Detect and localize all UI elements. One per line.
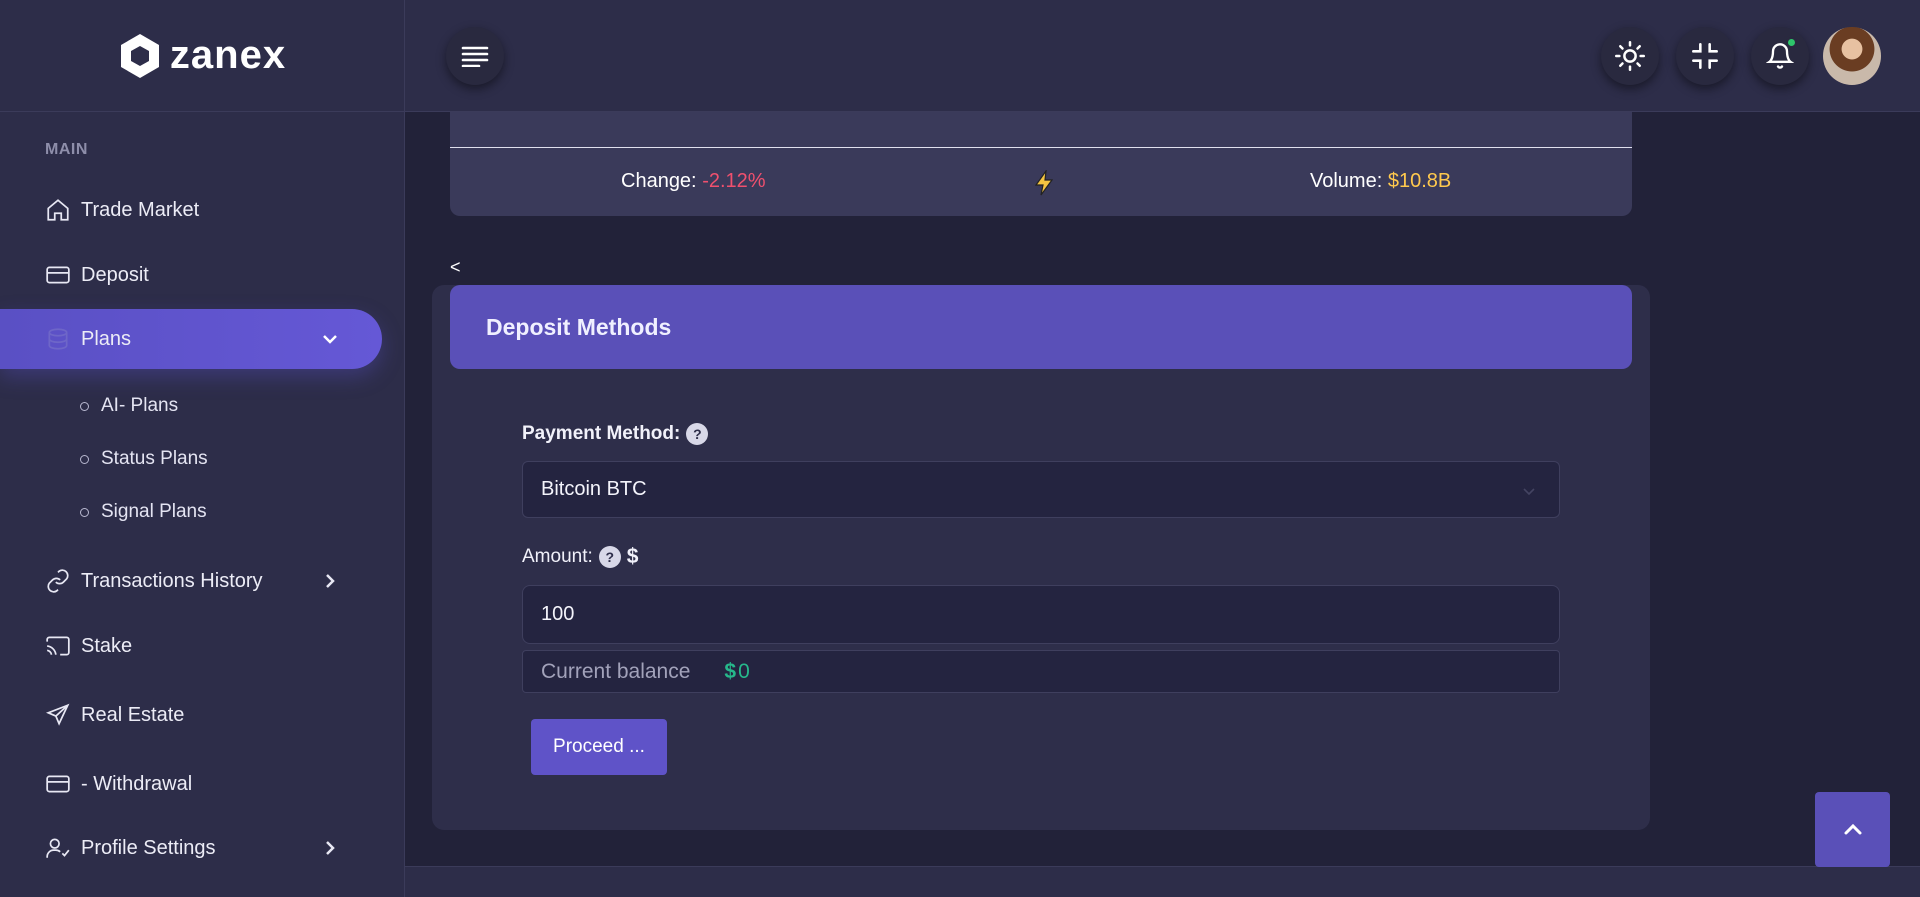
- sidebar-item-label: Real Estate: [81, 703, 185, 726]
- sidebar-subitem-ai-plans[interactable]: AI- Plans: [80, 391, 178, 421]
- sidebar-item-stake[interactable]: Stake: [0, 616, 382, 676]
- card-title: Deposit Methods: [486, 313, 672, 340]
- proceed-button[interactable]: Proceed ...: [531, 719, 667, 775]
- current-balance-value: $ 0: [724, 660, 749, 684]
- sidebar: zanex MAIN Trade Market Deposit Plans AI…: [0, 0, 405, 897]
- cast-icon: [45, 633, 71, 659]
- chevron-down-icon: [1523, 488, 1535, 496]
- change-value: -2.12%: [702, 170, 766, 192]
- card-icon: [45, 771, 71, 797]
- payment-method-select[interactable]: Bitcoin BTC: [522, 461, 1560, 518]
- notifications-button[interactable]: [1751, 27, 1809, 85]
- send-icon: [45, 702, 71, 728]
- user-check-icon: [45, 835, 71, 861]
- sidebar-item-label: - Withdrawal: [81, 772, 193, 795]
- change-label: Change:: [621, 170, 697, 192]
- home-icon: [45, 197, 71, 223]
- chevron-down-icon: [323, 335, 337, 344]
- help-icon[interactable]: ?: [686, 423, 709, 445]
- sidebar-item-transactions-history[interactable]: Transactions History: [0, 551, 382, 611]
- change-stat: Change: -2.12%: [621, 170, 766, 193]
- sidebar-subitem-status-plans[interactable]: Status Plans: [80, 444, 208, 474]
- card-icon: [45, 262, 71, 288]
- sun-icon: [1615, 41, 1645, 71]
- deposit-methods-card: Deposit Methods Payment Method: ? Bitcoi…: [432, 285, 1650, 830]
- minimize-icon: [1692, 43, 1718, 69]
- chevron-right-icon: [326, 841, 335, 855]
- volume-label: Volume:: [1310, 170, 1383, 192]
- notification-indicator: [1786, 37, 1797, 48]
- sidebar-subitem-label: Status Plans: [101, 448, 208, 469]
- brand-name: zanex: [169, 33, 287, 77]
- back-link[interactable]: <: [450, 257, 461, 278]
- sidebar-item-label: Deposit: [81, 263, 149, 286]
- volume-value: $10.8B: [1387, 170, 1452, 192]
- footer-bar: [405, 866, 1920, 897]
- amount-label-text: Amount:: [522, 546, 593, 567]
- current-balance-field: Current balance $ 0: [522, 650, 1560, 693]
- brand-logo[interactable]: zanex: [0, 0, 404, 112]
- sidebar-subitem-label: Signal Plans: [101, 501, 207, 522]
- divider: [450, 147, 1632, 148]
- user-avatar[interactable]: [1823, 27, 1881, 85]
- sidebar-item-trade-market[interactable]: Trade Market: [0, 180, 382, 240]
- sidebar-item-label: Plans: [81, 327, 132, 350]
- payment-method-label-text: Payment Method:: [522, 423, 681, 444]
- sidebar-subitem-signal-plans[interactable]: Signal Plans: [80, 497, 207, 527]
- amount-input[interactable]: 100: [522, 585, 1560, 644]
- section-title-main: MAIN: [45, 141, 88, 158]
- sidebar-item-label: Profile Settings: [81, 836, 216, 859]
- sidebar-item-real-estate[interactable]: Real Estate: [0, 685, 382, 745]
- hexagon-logo-icon: [120, 33, 159, 78]
- current-balance-label: Current balance: [541, 659, 691, 683]
- fullscreen-toggle-button[interactable]: [1676, 27, 1734, 85]
- sidebar-item-label: Stake: [81, 634, 133, 657]
- sidebar-item-plans[interactable]: Plans: [0, 309, 382, 369]
- amount-input-value: 100: [541, 603, 575, 625]
- sidebar-item-deposit[interactable]: Deposit: [0, 245, 382, 305]
- chevron-right-icon: [326, 574, 335, 588]
- payment-method-label: Payment Method: ?: [522, 423, 709, 445]
- sidebar-subitem-label: AI- Plans: [101, 395, 179, 416]
- market-ticker-card: Change: -2.12% Volume: $10.8B: [450, 112, 1632, 216]
- scroll-to-top-button[interactable]: [1815, 792, 1890, 867]
- sidebar-item-profile-settings[interactable]: Profile Settings: [0, 818, 382, 878]
- circle-bullet-icon: [80, 401, 89, 411]
- theme-toggle-button[interactable]: [1601, 27, 1659, 85]
- lightning-icon: [1034, 170, 1054, 196]
- circle-bullet-icon: [80, 507, 89, 517]
- amount-label: Amount: ? $: [522, 545, 638, 569]
- volume-stat: Volume: $10.8B: [1310, 170, 1451, 193]
- deposit-card-header: Deposit Methods: [450, 285, 1632, 369]
- chevron-up-icon: [1844, 823, 1861, 834]
- database-icon: [45, 326, 71, 352]
- help-icon[interactable]: ?: [598, 546, 621, 568]
- dollar-icon: $: [626, 545, 639, 568]
- sidebar-item-label: Trade Market: [81, 198, 200, 221]
- dollar-icon: $: [724, 659, 737, 683]
- link-icon: [45, 568, 71, 594]
- sidebar-item-label: Transactions History: [81, 569, 263, 592]
- menu-toggle-button[interactable]: [446, 27, 504, 85]
- hamburger-menu-icon: [461, 46, 489, 67]
- circle-bullet-icon: [80, 454, 89, 464]
- current-balance-amount: 0: [738, 659, 750, 683]
- payment-method-selected-value: Bitcoin BTC: [541, 478, 647, 500]
- sidebar-item-withdrawal[interactable]: - Withdrawal: [0, 754, 382, 814]
